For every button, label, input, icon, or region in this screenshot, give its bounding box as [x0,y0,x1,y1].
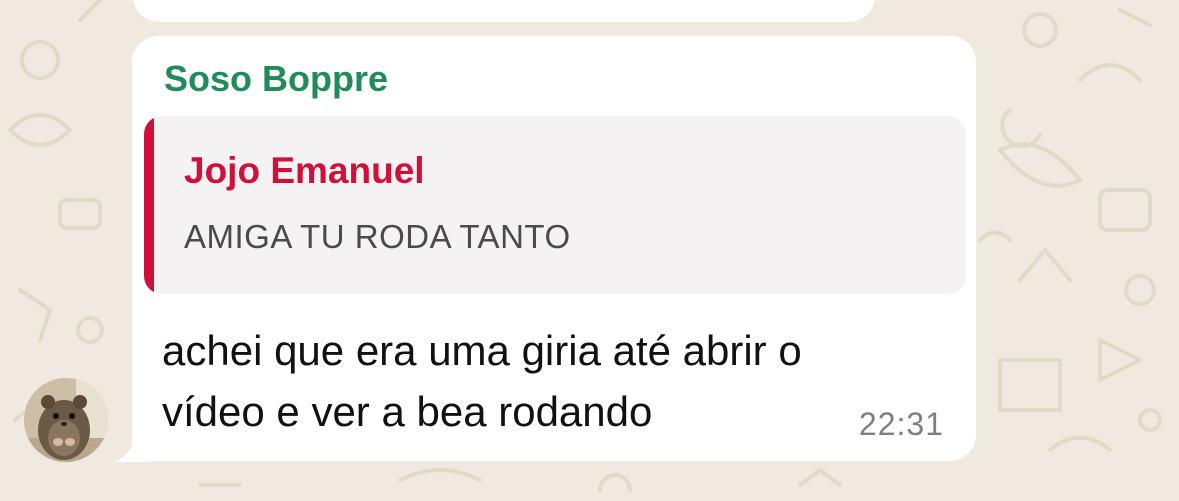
hamster-avatar-icon [24,378,108,462]
sender-name[interactable]: Soso Boppre [164,58,388,100]
previous-message-bubble[interactable] [133,0,875,22]
quoted-reply[interactable]: Jojo Emanuel AMIGA TU RODA TANTO [144,116,966,294]
sender-avatar[interactable] [24,378,108,462]
quote-accent-bar [144,116,154,294]
message-timestamp: 22:31 [858,406,944,442]
message-line: achei que era uma giria até abrir o [162,327,802,374]
message-text: achei que era uma giria até abrir o víde… [162,320,922,442]
message-bubble[interactable]: Soso Boppre Jojo Emanuel AMIGA TU RODA T… [132,36,976,461]
quoted-text: AMIGA TU RODA TANTO [184,218,571,255]
message-line: vídeo e ver a bea rodando [162,388,653,435]
quoted-author: Jojo Emanuel [184,150,425,191]
